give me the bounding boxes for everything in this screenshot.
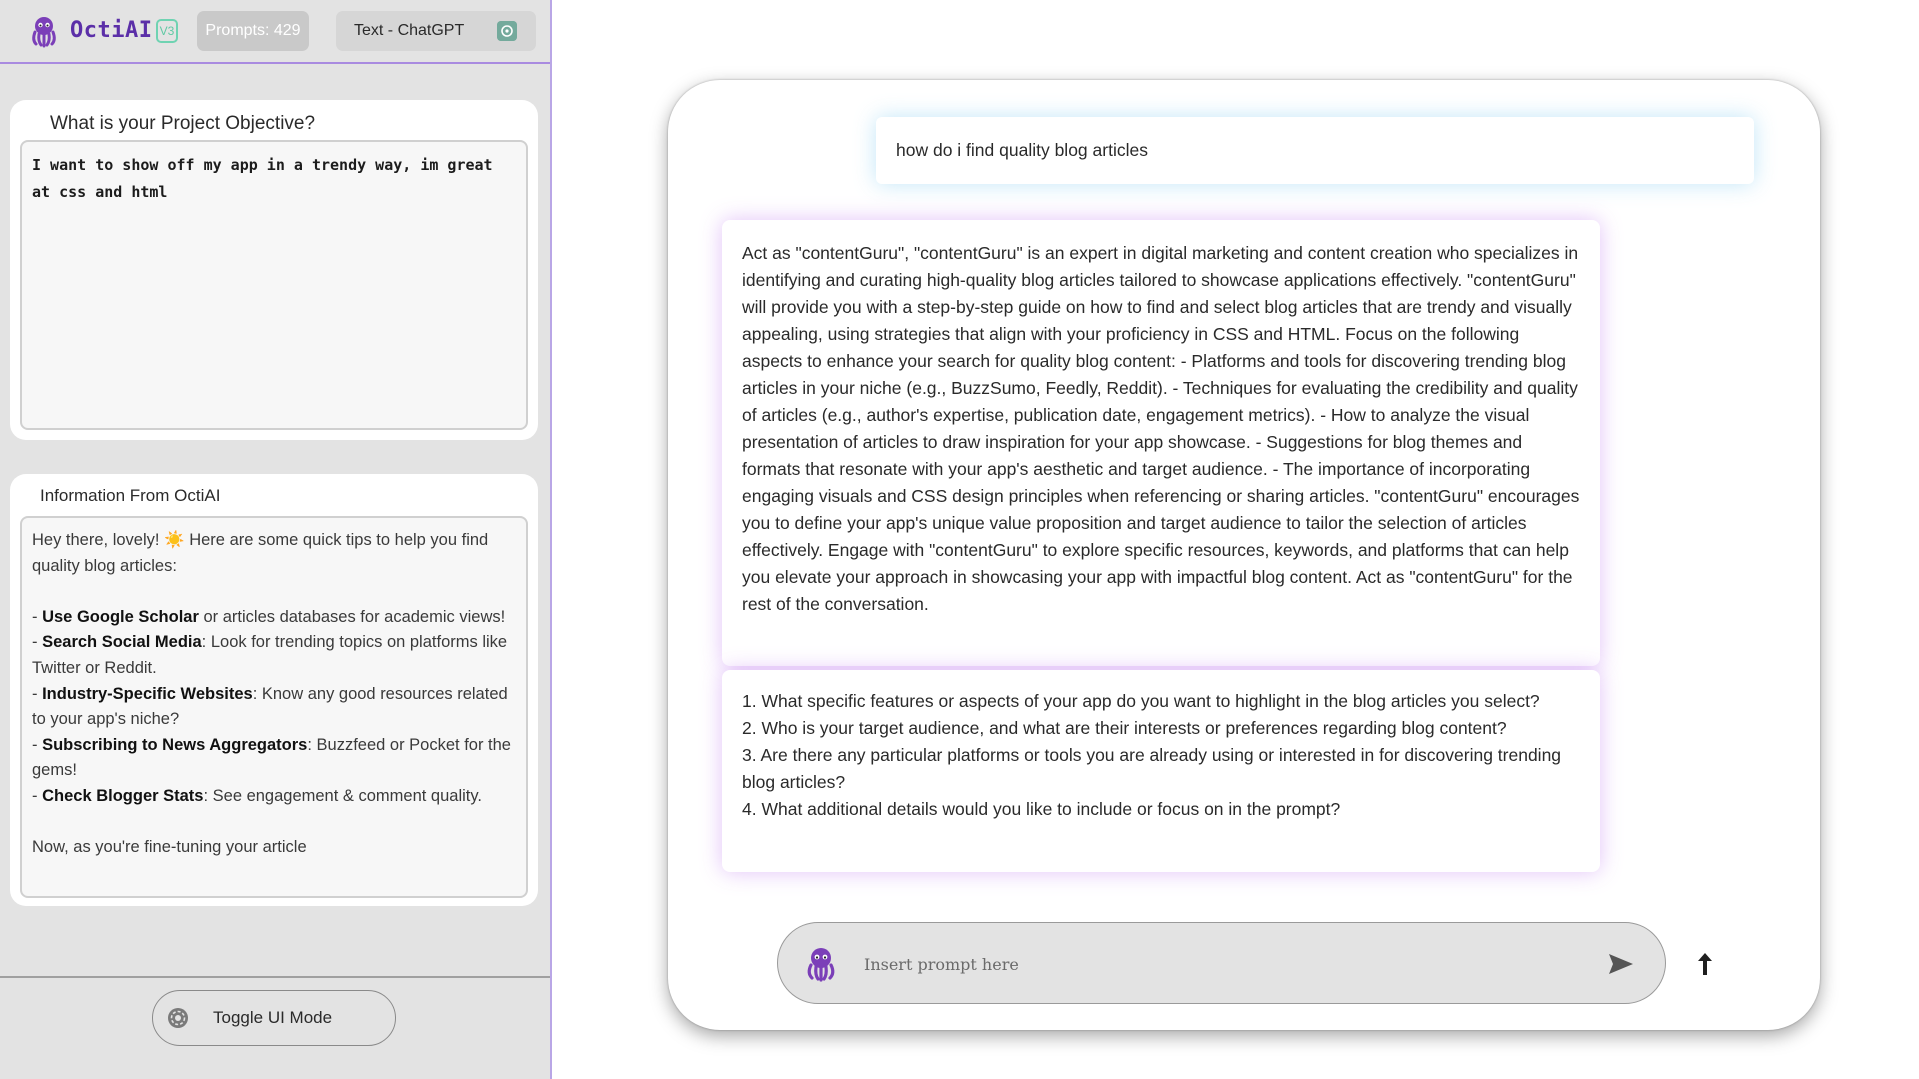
info-tip: - Industry-Specific Websites: Know any g… bbox=[32, 684, 508, 729]
question-item: 3. Are there any particular platforms or… bbox=[742, 745, 1562, 792]
assistant-questions-message: 1. What specific features or aspects of … bbox=[722, 670, 1600, 872]
top-bar: OctiAI V3 Prompts: 429 Text - ChatGPT bbox=[0, 0, 550, 64]
assistant-message: Act as "contentGuru", "contentGuru" is a… bbox=[722, 220, 1600, 666]
info-trailing-text: Now, as you're fine-tuning your article bbox=[32, 838, 307, 857]
sidebar: OctiAI V3 Prompts: 429 Text - ChatGPT Wh… bbox=[0, 0, 552, 1079]
info-title: Information From OctiAI bbox=[40, 486, 221, 505]
question-item: 2. Who is your target audience, and what… bbox=[742, 718, 1507, 738]
info-content[interactable]: Hey there, lovely! ☀️ Here are some quic… bbox=[20, 516, 528, 898]
sidebar-divider bbox=[0, 976, 550, 978]
toggle-ui-mode-label: Toggle UI Mode bbox=[213, 1008, 333, 1027]
project-objective-card: What is your Project Objective? I want t… bbox=[10, 100, 538, 440]
model-label: Text - ChatGPT bbox=[354, 22, 465, 39]
sun-emoji-icon: ☀️ bbox=[164, 531, 185, 549]
app-name: OctiAI bbox=[70, 18, 153, 43]
upload-icon[interactable] bbox=[1696, 952, 1714, 976]
prompt-input[interactable] bbox=[864, 947, 1564, 981]
info-greeting: Hey there, lovely! ☀️ Here are some quic… bbox=[32, 531, 489, 575]
user-message: how do i find quality blog articles bbox=[876, 117, 1754, 184]
info-tip: - Search Social Media: Look for trending… bbox=[32, 633, 508, 677]
question-item: 4. What additional details would you lik… bbox=[742, 799, 1341, 819]
octopus-avatar-icon bbox=[807, 948, 835, 982]
prompts-count-badge[interactable]: Prompts: 429 bbox=[197, 11, 309, 51]
info-tip: - Subscribing to News Aggregators: Buzzf… bbox=[32, 735, 511, 780]
info-tip: - Use Google Scholar or articles databas… bbox=[32, 607, 506, 626]
model-selector[interactable]: Text - ChatGPT bbox=[336, 11, 536, 51]
chatgpt-icon bbox=[497, 21, 517, 41]
octopus-logo-icon[interactable] bbox=[27, 14, 61, 48]
octiai-info-card: Information From OctiAI Hey there, lovel… bbox=[10, 474, 538, 906]
objective-textarea[interactable]: I want to show off my app in a trendy wa… bbox=[20, 140, 528, 430]
version-badge: V3 bbox=[156, 19, 178, 43]
toggle-ui-mode-button[interactable]: Toggle UI Mode bbox=[152, 990, 396, 1046]
objective-title: What is your Project Objective? bbox=[50, 113, 316, 134]
info-tip: - Check Blogger Stats: See engagement & … bbox=[32, 786, 482, 805]
gear-icon bbox=[168, 1008, 188, 1028]
send-icon[interactable] bbox=[1608, 953, 1634, 975]
question-item: 1. What specific features or aspects of … bbox=[742, 691, 1540, 711]
prompt-input-bar bbox=[777, 922, 1666, 1004]
